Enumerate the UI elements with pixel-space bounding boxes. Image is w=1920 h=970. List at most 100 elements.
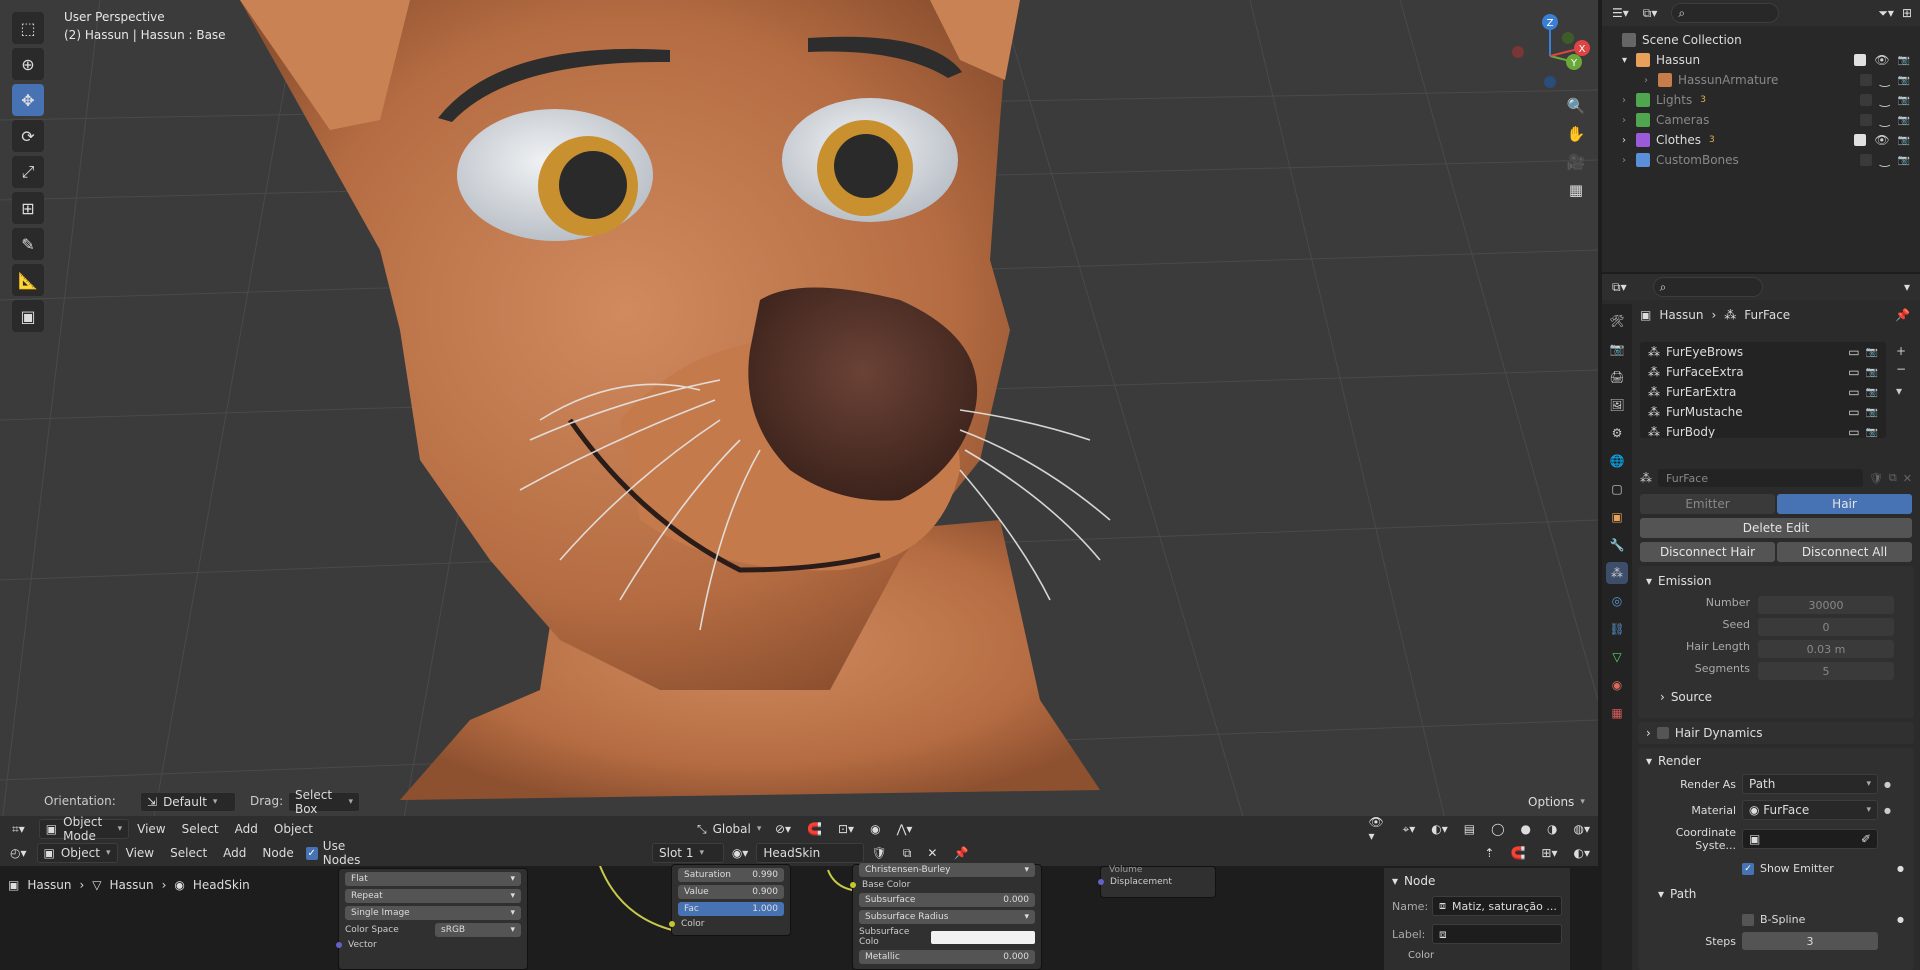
shading-wireframe-icon[interactable]: ◯ bbox=[1483, 822, 1512, 836]
fac-field[interactable]: Fac 1.000 bbox=[678, 902, 784, 916]
shading-rendered-icon[interactable]: ◍▾ bbox=[1566, 822, 1599, 836]
overlay-icon[interactable]: ◐▾ bbox=[1423, 822, 1456, 836]
emission-panel-header[interactable]: ▾ Emission bbox=[1646, 574, 1906, 588]
shader-node-editor[interactable]: ◴▾ ▣ Object ▾ View Select Add Node ✓ Use… bbox=[0, 839, 1598, 970]
material-tab-icon[interactable]: ◉ bbox=[1606, 674, 1628, 696]
viewport-display-icon[interactable]: ▭ bbox=[1848, 405, 1859, 419]
mode-dropdown[interactable]: ▣ Object Mode ▾ bbox=[38, 815, 130, 840]
particle-settings-icon[interactable]: ⁂ bbox=[1640, 471, 1652, 485]
hue-saturation-node[interactable]: Saturation 0.990 Value 0.900 Fac 1.000 Colo… bbox=[669, 864, 791, 936]
render-camera-icon[interactable]: 📷 bbox=[1898, 115, 1910, 126]
particle-settings-name-field[interactable]: FurFace bbox=[1658, 469, 1863, 487]
visibility-icon[interactable]: 👁▾ bbox=[1360, 815, 1394, 840]
source-subpanel-header[interactable]: › Source bbox=[1660, 690, 1892, 704]
color-socket-dot[interactable] bbox=[669, 921, 675, 927]
physics-tab-icon[interactable]: ◎ bbox=[1606, 590, 1628, 612]
subsurface-radius-dropdown[interactable]: Subsurface Radius ▾ bbox=[859, 910, 1035, 924]
properties-search-input[interactable]: ⌕ bbox=[1652, 277, 1763, 297]
disconnect-all-button[interactable]: Disconnect All bbox=[1777, 542, 1912, 562]
snap-icon[interactable]: 🧲 bbox=[799, 822, 830, 836]
editor-type-icon[interactable]: ⧉▾ bbox=[1612, 280, 1627, 295]
duplicate-icon[interactable]: ⧉ bbox=[1889, 471, 1897, 485]
use-nodes-toggle[interactable]: ✓ Use Nodes bbox=[305, 839, 382, 867]
duplicate-icon[interactable]: ⧉ bbox=[895, 846, 920, 861]
exclude-checkbox[interactable] bbox=[1854, 54, 1867, 66]
gizmo-toggle-icon[interactable]: ⌖▾ bbox=[1394, 822, 1423, 837]
particle-system-item[interactable]: ⁂ FurMustache ▭ 📷 bbox=[1640, 402, 1886, 422]
world-tab-icon[interactable]: 🌐 bbox=[1606, 450, 1628, 472]
interpolation-dropdown[interactable]: Flat ▾ bbox=[345, 872, 521, 886]
exclude-checkbox[interactable] bbox=[1859, 114, 1872, 126]
scene-tab-icon[interactable]: ⚙ bbox=[1606, 422, 1628, 444]
add-cube-tool-icon[interactable]: ▣ bbox=[12, 300, 44, 332]
snap-icon[interactable]: 🧲 bbox=[1502, 846, 1533, 860]
menu-node[interactable]: Node bbox=[254, 846, 301, 860]
parent-node-icon[interactable]: ⇡ bbox=[1476, 846, 1502, 860]
filter-icon[interactable]: ⏷▾ bbox=[1878, 6, 1894, 21]
coordinate-system-field[interactable]: ▣ ✐ bbox=[1742, 829, 1878, 849]
node-panel-header[interactable]: ▾ Node bbox=[1392, 874, 1562, 888]
transform-orientation-dropdown[interactable]: ⤡ Global ▾ bbox=[691, 819, 767, 839]
annotate-tool-icon[interactable]: ✎ bbox=[12, 228, 44, 260]
render-panel-header[interactable]: ▾ Render bbox=[1646, 754, 1906, 768]
viewport-display-icon[interactable]: ▭ bbox=[1848, 425, 1859, 438]
camera-icon[interactable]: 🎥 bbox=[1562, 148, 1590, 176]
3d-viewport[interactable]: User Perspective (2) Hassun | Hassun : B… bbox=[0, 0, 1598, 840]
seed-field[interactable]: 0 bbox=[1758, 618, 1894, 636]
material-output-node[interactable]: Volume Displacement bbox=[1098, 865, 1216, 898]
render-tab-icon[interactable]: 📷 bbox=[1606, 338, 1628, 360]
keyframe-dot-icon[interactable]: ● bbox=[1897, 915, 1904, 924]
exclude-checkbox[interactable] bbox=[1854, 134, 1867, 146]
value-field[interactable]: Value 0.900 bbox=[678, 885, 784, 899]
snap-grid-icon[interactable]: ⊞▾ bbox=[1533, 846, 1565, 860]
outliner-row[interactable]: › CustomBones ‿ 📷 bbox=[1602, 150, 1920, 170]
pan-hand-icon[interactable]: ✋ bbox=[1562, 120, 1590, 148]
visibility-eye-icon[interactable]: ‿ bbox=[1880, 73, 1890, 87]
visibility-eye-icon[interactable]: ‿ bbox=[1880, 113, 1890, 127]
visibility-eye-icon[interactable]: 👁 bbox=[1874, 133, 1889, 147]
menu-add[interactable]: Add bbox=[227, 822, 266, 836]
fake-user-icon[interactable]: 🛡 bbox=[864, 846, 895, 860]
exclude-checkbox[interactable] bbox=[1859, 94, 1872, 106]
drag-dropdown[interactable]: Select Box ▾ bbox=[288, 788, 360, 816]
hair-tab[interactable]: Hair bbox=[1777, 494, 1912, 514]
cursor-tool-icon[interactable]: ⊕ bbox=[12, 48, 44, 80]
menu-select[interactable]: Select bbox=[174, 822, 227, 836]
chevron-right-icon[interactable]: › bbox=[1622, 135, 1636, 146]
shader-type-dropdown[interactable]: ▣ Object ▾ bbox=[36, 843, 118, 863]
rotate-tool-icon[interactable]: ⟳ bbox=[12, 120, 44, 152]
base-color-socket[interactable]: Base Color bbox=[850, 880, 1041, 890]
menu-object[interactable]: Object bbox=[266, 822, 321, 836]
menu-select[interactable]: Select bbox=[162, 846, 215, 860]
particle-systems-list[interactable]: ⁂ FurEyeBrows ▭ 📷 ⁂ FurFaceExtra ▭ 📷 ⁂ FurEarExtr… bbox=[1640, 342, 1886, 438]
material-name-field[interactable]: HeadSkin bbox=[756, 843, 864, 863]
viewport-display-icon[interactable]: ▭ bbox=[1848, 345, 1859, 359]
exclude-checkbox[interactable] bbox=[1859, 154, 1872, 166]
subsurface-method-dropdown[interactable]: Christensen-Burley ▾ bbox=[859, 863, 1035, 877]
remove-icon[interactable]: − bbox=[1896, 360, 1906, 378]
visibility-eye-icon[interactable]: ‿ bbox=[1880, 153, 1890, 167]
editor-type-icon[interactable]: ◴▾ bbox=[10, 846, 27, 860]
saturation-field[interactable]: Saturation 0.990 bbox=[678, 868, 784, 882]
grid-view-icon[interactable]: ▦ bbox=[1562, 176, 1590, 204]
render-camera-icon[interactable]: 📷 bbox=[1866, 387, 1878, 398]
editor-type-icon[interactable]: ⌗▾ bbox=[12, 822, 25, 837]
render-as-dropdown[interactable]: Path ▾ bbox=[1742, 774, 1878, 794]
shading-material-icon[interactable]: ◑ bbox=[1539, 822, 1565, 836]
disconnect-hair-button[interactable]: Disconnect Hair bbox=[1640, 542, 1775, 562]
move-tool-icon[interactable]: ✥ bbox=[12, 84, 44, 116]
collection-tab-icon[interactable]: ▢ bbox=[1606, 478, 1628, 500]
chevron-right-icon[interactable]: › bbox=[1622, 95, 1636, 106]
chevron-down-icon[interactable]: ▾ bbox=[1904, 280, 1910, 294]
number-field[interactable]: 30000 bbox=[1758, 596, 1894, 614]
menu-view[interactable]: View bbox=[118, 846, 162, 860]
keyframe-dot-icon[interactable]: ● bbox=[1897, 864, 1904, 873]
vector-socket-dot[interactable] bbox=[336, 942, 342, 948]
slot-dropdown[interactable]: Slot 1 ▾ bbox=[652, 843, 724, 863]
viewport-display-icon[interactable]: ▭ bbox=[1848, 365, 1859, 379]
keyframe-dot-icon[interactable]: ● bbox=[1884, 806, 1896, 815]
node-label-field[interactable]: ⧈ bbox=[1432, 924, 1562, 944]
eyedropper-icon[interactable]: ✐ bbox=[1861, 832, 1871, 846]
vector-socket[interactable]: Vector bbox=[336, 940, 527, 950]
displacement-socket[interactable]: Displacement bbox=[1098, 877, 1215, 887]
